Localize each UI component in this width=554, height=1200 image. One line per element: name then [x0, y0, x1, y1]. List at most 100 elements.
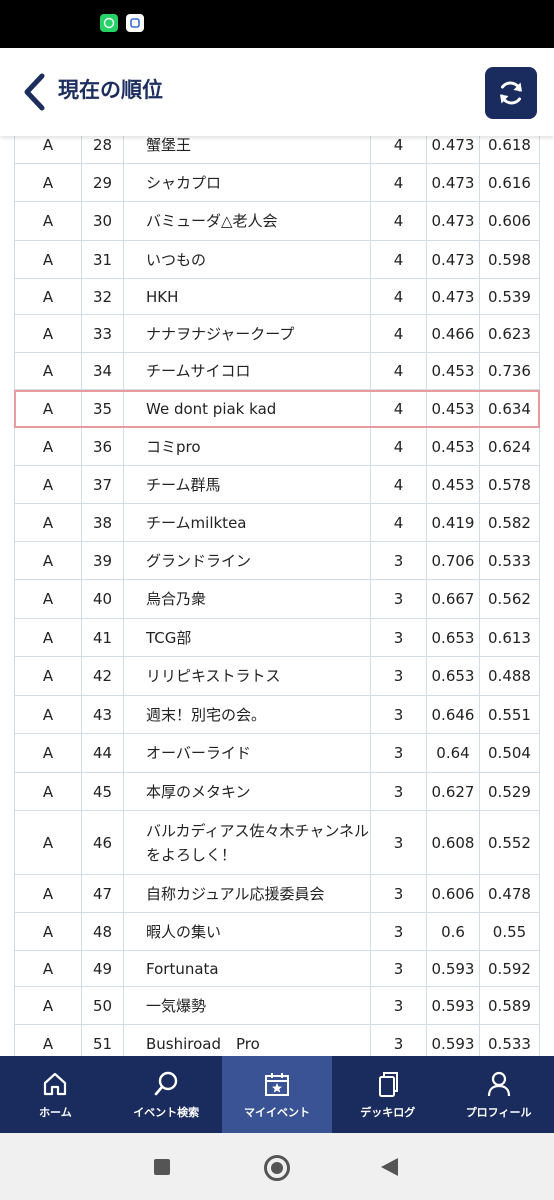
table-row[interactable]: A 28 蟹堡王 4 0.473 0.618	[14, 136, 540, 164]
oomw-cell: 0.551	[480, 696, 540, 733]
oomw-cell: 0.592	[480, 951, 540, 986]
division-cell: A	[14, 1025, 82, 1056]
table-row[interactable]: A 41 TCG部 3 0.653 0.613	[14, 619, 540, 657]
omw-cell: 0.419	[427, 504, 480, 541]
team-name-cell: We dont piak kad	[124, 390, 371, 427]
nav-deck-log-label: デッキログ	[360, 1105, 416, 1119]
table-row[interactable]: A 51 Bushiroad Pro 3 0.593 0.533	[14, 1025, 540, 1056]
chevron-left-icon	[24, 73, 45, 111]
table-row[interactable]: A 49 Fortunata 3 0.593 0.592	[14, 951, 540, 987]
wins-cell: 3	[371, 580, 427, 618]
omw-cell: 0.667	[427, 580, 480, 618]
rank-cell: 47	[82, 875, 124, 912]
nav-my-event[interactable]: マイイベント	[221, 1056, 333, 1133]
omw-cell: 0.653	[427, 619, 480, 656]
omw-cell: 0.466	[427, 315, 480, 352]
nav-event-search[interactable]: イベント検索	[111, 1056, 222, 1133]
table-row[interactable]: A 45 本厚のメタキン 3 0.627 0.529	[14, 773, 540, 811]
omw-cell: 0.473	[427, 164, 480, 201]
team-name-cell: コミpro	[124, 428, 371, 465]
rank-cell: 50	[82, 987, 124, 1024]
oomw-cell: 0.618	[480, 136, 540, 163]
table-row[interactable]: A 43 週末！別宅の会。 3 0.646 0.551	[14, 696, 540, 734]
omw-cell: 0.593	[427, 987, 480, 1024]
app-header: 現在の順位	[0, 48, 554, 136]
user-icon	[487, 1071, 510, 1096]
rank-cell: 40	[82, 580, 124, 618]
table-row[interactable]: A 30 バミューダ△老人会 4 0.473 0.606	[14, 202, 540, 241]
table-row[interactable]: A 32 HKH 4 0.473 0.539	[14, 279, 540, 315]
rank-cell: 44	[82, 734, 124, 772]
oomw-cell: 0.578	[480, 466, 540, 503]
home-button[interactable]	[264, 1155, 290, 1181]
table-row[interactable]: A 31 いつもの 4 0.473 0.598	[14, 241, 540, 279]
omw-cell: 0.453	[427, 390, 480, 427]
table-row[interactable]: A 48 暇人の集い 3 0.6 0.55	[14, 913, 540, 951]
omw-cell: 0.64	[427, 734, 480, 772]
wins-cell: 3	[371, 987, 427, 1024]
division-cell: A	[14, 542, 82, 579]
nav-home[interactable]: ホーム	[0, 1056, 111, 1133]
table-row[interactable]: A 44 オーバーライド 3 0.64 0.504	[14, 734, 540, 773]
wins-cell: 4	[371, 279, 427, 314]
oomw-cell: 0.488	[480, 657, 540, 695]
team-name-cell: HKH	[124, 279, 371, 314]
team-name-cell: 自称カジュアル応援委員会	[124, 875, 371, 912]
oomw-cell: 0.623	[480, 315, 540, 352]
table-row[interactable]: A 37 チーム群馬 4 0.453 0.578	[14, 466, 540, 504]
oomw-cell: 0.478	[480, 875, 540, 912]
table-row[interactable]: A 33 ナナヲナジャークープ 4 0.466 0.623	[14, 315, 540, 353]
team-name-cell: 一気爆勢	[124, 987, 371, 1024]
oomw-cell: 0.582	[480, 504, 540, 541]
back-button[interactable]	[16, 70, 52, 114]
division-cell: A	[14, 279, 82, 314]
oomw-cell: 0.552	[480, 811, 540, 874]
bottom-nav: ホーム イベント検索 マイイベント デッキログ プロフィール	[0, 1056, 554, 1133]
table-row[interactable]: A 50 一気爆勢 3 0.593 0.589	[14, 987, 540, 1025]
oomw-cell: 0.562	[480, 580, 540, 618]
oomw-cell: 0.606	[480, 202, 540, 240]
wins-cell: 3	[371, 773, 427, 810]
team-name-cell: 暇人の集い	[124, 913, 371, 950]
rank-cell: 49	[82, 951, 124, 986]
ranking-table-scroll[interactable]: A 28 蟹堡王 4 0.473 0.618 A 29 シャカプロ 4 0.473 0.616 A 30 バ…	[0, 136, 554, 1056]
nav-deck-log[interactable]: デッキログ	[332, 1056, 443, 1133]
nav-home-label: ホーム	[39, 1105, 72, 1119]
wins-cell: 3	[371, 696, 427, 733]
table-row[interactable]: A 39 グランドライン 3 0.706 0.533	[14, 542, 540, 580]
rank-cell: 36	[82, 428, 124, 465]
oomw-cell: 0.533	[480, 1025, 540, 1056]
team-name-cell: いつもの	[124, 241, 371, 278]
omw-cell: 0.646	[427, 696, 480, 733]
omw-cell: 0.473	[427, 241, 480, 278]
table-row[interactable]: A 38 チームmilktea 4 0.419 0.582	[14, 504, 540, 542]
table-row[interactable]: A 40 烏合乃衆 3 0.667 0.562	[14, 580, 540, 619]
table-row[interactable]: A 36 コミpro 4 0.453 0.624	[14, 428, 540, 466]
rank-cell: 39	[82, 542, 124, 579]
table-row[interactable]: A 34 チームサイコロ 4 0.453 0.736	[14, 353, 540, 390]
table-row[interactable]: A 29 シャカプロ 4 0.473 0.616	[14, 164, 540, 202]
omw-cell: 0.473	[427, 202, 480, 240]
oomw-cell: 0.529	[480, 773, 540, 810]
table-row[interactable]: A 42 リリピキストラトス 3 0.653 0.488	[14, 657, 540, 696]
refresh-button[interactable]	[485, 67, 537, 119]
table-row-own-team[interactable]: A 35 We dont piak kad 4 0.453 0.634	[14, 390, 540, 428]
team-name-cell: チームサイコロ	[124, 353, 371, 389]
nav-profile[interactable]: プロフィール	[443, 1056, 554, 1133]
team-name-cell: バミューダ△老人会	[124, 202, 371, 240]
rank-cell: 46	[82, 811, 124, 874]
table-row[interactable]: A 46 バルカディアス佐々木チャンネルをよろしく！ 3 0.608 0.552	[14, 811, 540, 875]
oomw-cell: 0.613	[480, 619, 540, 656]
team-name-cell: Bushiroad Pro	[124, 1025, 371, 1056]
table-row[interactable]: A 47 自称カジュアル応援委員会 3 0.606 0.478	[14, 875, 540, 913]
division-cell: A	[14, 202, 82, 240]
division-cell: A	[14, 504, 82, 541]
system-nav-bar	[0, 1133, 554, 1200]
recents-button[interactable]	[154, 1159, 170, 1175]
team-name-cell: バルカディアス佐々木チャンネルをよろしく！	[124, 811, 371, 874]
wins-cell: 3	[371, 875, 427, 912]
system-back-button[interactable]	[381, 1158, 398, 1176]
division-cell: A	[14, 773, 82, 810]
team-name-cell: 本厚のメタキン	[124, 773, 371, 810]
team-name-cell: シャカプロ	[124, 164, 371, 201]
